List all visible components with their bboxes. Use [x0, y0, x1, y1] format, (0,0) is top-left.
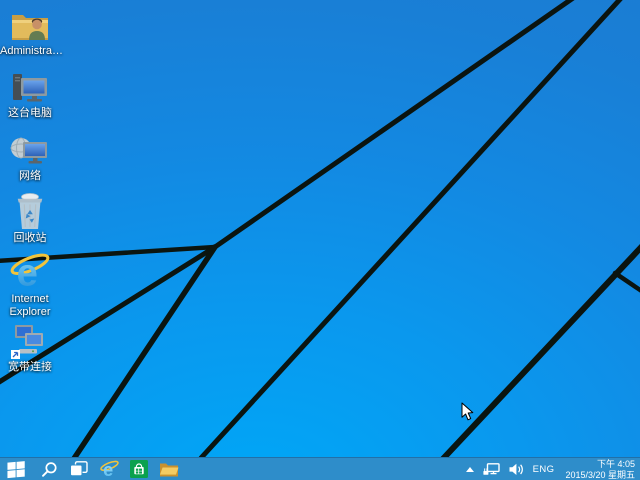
speaker-icon — [509, 463, 524, 476]
windows-desktop[interactable]: Administra… 这台电脑 — [0, 0, 640, 480]
user-folder-icon — [10, 6, 50, 44]
show-hidden-icons-button[interactable] — [466, 467, 474, 472]
file-explorer-icon — [159, 461, 179, 477]
desktop-icon-broadband-connection[interactable]: 宽带连接 — [0, 322, 60, 374]
computer-icon — [10, 68, 50, 106]
desktop-icon-this-pc[interactable]: 这台电脑 — [0, 68, 60, 120]
desktop-icon-internet-explorer[interactable]: e Internet Explorer — [0, 254, 60, 319]
desktop-icon-administrator-folder[interactable]: Administra… — [0, 6, 60, 58]
icon-label: 宽带连接 — [8, 361, 52, 374]
wallpaper-beam-lines — [0, 0, 640, 480]
mouse-cursor — [461, 402, 475, 423]
broadband-connection-icon — [10, 322, 50, 360]
start-button[interactable] — [0, 458, 34, 480]
desktop-icon-recycle-bin[interactable]: 回收站 — [0, 193, 60, 245]
icon-label: Administra… — [0, 45, 60, 58]
task-view-icon — [70, 461, 88, 477]
icon-label: 网络 — [19, 170, 41, 183]
taskbar-file-explorer-button[interactable] — [154, 458, 184, 480]
taskbar: e — [0, 457, 640, 480]
network-globe-icon — [10, 131, 50, 169]
svg-text:e: e — [103, 460, 113, 479]
chevron-up-icon — [466, 467, 474, 472]
clock-time: 下午 4:05 — [565, 459, 635, 470]
windows-store-icon — [130, 460, 148, 478]
clock-date: 2015/3/20 星期五 — [565, 470, 635, 480]
task-view-button[interactable] — [64, 458, 94, 480]
clock[interactable]: 下午 4:05 2015/3/20 星期五 — [563, 459, 635, 480]
icon-label: 回收站 — [14, 232, 47, 245]
taskbar-internet-explorer-button[interactable]: e — [94, 458, 124, 480]
tray-network-button[interactable] — [483, 463, 500, 476]
icon-label: Internet Explorer — [0, 293, 60, 319]
internet-explorer-icon: e — [8, 254, 52, 292]
search-button[interactable] — [34, 458, 64, 480]
windows-logo-icon — [7, 459, 27, 479]
system-tray: ENG 下午 4:05 2015/3/20 星期五 — [466, 458, 640, 480]
icon-label: 这台电脑 — [8, 107, 52, 120]
taskbar-store-button[interactable] — [124, 458, 154, 480]
svg-text:e: e — [17, 251, 38, 292]
search-icon — [41, 461, 58, 478]
tray-volume-button[interactable] — [509, 463, 524, 476]
wired-network-icon — [483, 463, 500, 476]
internet-explorer-icon: e — [99, 459, 120, 479]
recycle-bin-icon — [13, 193, 47, 231]
language-indicator[interactable]: ENG — [533, 464, 555, 475]
desktop-icon-network[interactable]: 网络 — [0, 131, 60, 183]
